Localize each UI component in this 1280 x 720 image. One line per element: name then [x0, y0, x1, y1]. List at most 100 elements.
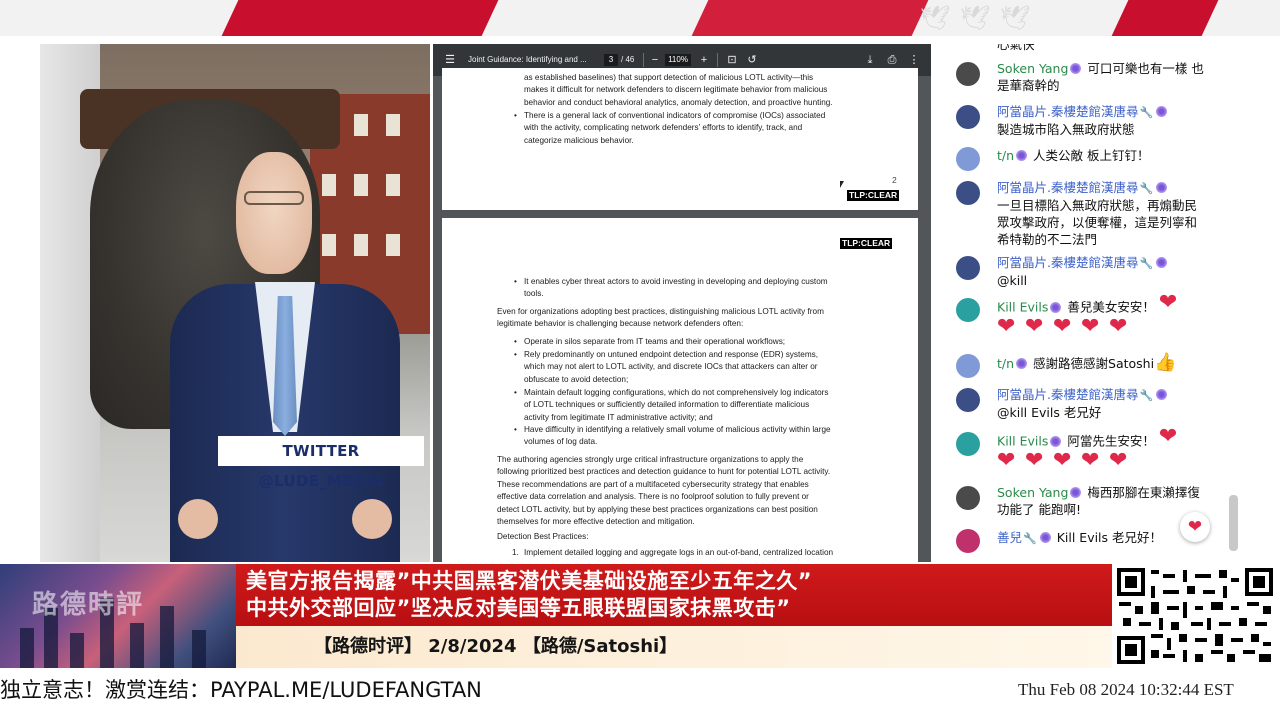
brand-image: 路德時評: [0, 564, 236, 668]
member-badge-icon: [1156, 257, 1168, 268]
chat-text: 善兒美女安安！: [1067, 299, 1155, 315]
headline-box: 美官方报告揭露”中共国黑客潜伏美基础设施至少五年之久” 中共外交部回应”坚决反对…: [236, 564, 1112, 626]
chat-scrollbar[interactable]: [1229, 495, 1238, 551]
bird-icon: 🕊: [920, 4, 951, 32]
avatar[interactable]: [956, 354, 980, 378]
list-item: • Rely predominantly on untuned endpoint…: [514, 350, 819, 384]
zoom-input[interactable]: 110%: [665, 54, 691, 66]
presenter-glasses: [244, 191, 304, 205]
chat-text: 心氣快: [997, 44, 1035, 52]
text-line: activity from legitimate IT administrati…: [524, 412, 713, 422]
chat-text: @kill Evils 老兄好: [997, 405, 1102, 420]
bottom-ticker: 独立意志！激赏连结：PAYPAL.ME/LUDEFANGTAN Thu Feb …: [0, 670, 1280, 710]
avatar[interactable]: [956, 388, 980, 412]
text-line: following prioritized best practices and…: [497, 467, 831, 477]
chat-author[interactable]: t/n: [997, 148, 1014, 163]
tlp-marking: TLP:CLEAR: [847, 190, 900, 201]
text-line: Have difficulty in identifying a relativ…: [524, 425, 831, 434]
avatar[interactable]: [956, 105, 980, 129]
text-line: Rely predominantly on untuned endpoint d…: [524, 350, 819, 359]
text-line: makes it difficult for network defenders…: [524, 85, 828, 95]
chat-text: 感謝路德感謝Satoshi: [1033, 356, 1155, 371]
chat-author[interactable]: t/n: [997, 356, 1014, 371]
avatar[interactable]: [956, 432, 980, 456]
member-badge-icon: [1156, 182, 1168, 193]
subline-box: 【路德时评】 2/8/2024 【路德/Satoshi】: [236, 626, 1112, 668]
moderator-wrench-icon: 🔧: [1139, 182, 1154, 195]
member-badge-icon: [1016, 358, 1028, 369]
presenter-head: [236, 152, 312, 274]
chat-text: 一旦目標陷入無政府狀態，再煽動民眾攻擊政府，以便奪權，這是列寧和希特勒的不二法門: [997, 198, 1198, 247]
text-line: legitimate behavior is challenging becau…: [497, 319, 744, 329]
pdf-page: as established baselines) that support d…: [442, 68, 918, 210]
chat-author[interactable]: Kill Evils: [997, 434, 1048, 449]
top-banner: 🕊 🕊 🕊: [0, 0, 1280, 36]
list-item: • Operate in silos separate from IT team…: [514, 337, 786, 346]
member-badge-icon: [1016, 150, 1028, 161]
stream-frame: 🕊 🕊 🕊 TWITTER @LUDE_MEDIA ☰ Joint Guidan…: [0, 0, 1280, 720]
thumbs-up-emoji-icon: 👍: [1154, 352, 1177, 373]
member-badge-icon: [1039, 532, 1051, 543]
list-number: 1.: [512, 548, 519, 557]
chat-author[interactable]: Kill Evils: [997, 300, 1048, 315]
chat-text: 阿當先生安安！: [1067, 433, 1155, 449]
chat-author[interactable]: 阿當晶片.秦樓楚館漢唐尋: [997, 104, 1138, 119]
clock: Thu Feb 08 2024 10:32:44 EST: [1018, 680, 1234, 699]
twitter-handle-tag: TWITTER @LUDE_MEDIA: [218, 436, 424, 490]
paragraph: The authoring agencies strongly urge cri…: [497, 454, 867, 528]
chat-author[interactable]: Soken Yang: [997, 485, 1068, 500]
page-number-input[interactable]: 3: [604, 54, 618, 66]
chat-text: Kill Evils 老兄好！: [1056, 530, 1163, 545]
moderator-wrench-icon: 🔧: [1139, 389, 1154, 402]
text-line: behavior and conduct behavioral analytic…: [524, 97, 833, 107]
heart-emoji-icon: [1053, 318, 1077, 344]
avatar[interactable]: [956, 529, 980, 553]
heart-emoji-icon: [1159, 294, 1183, 320]
text-line: which may not alert to LOTL activity, an…: [524, 362, 818, 372]
pdf-page: TLP:CLEAR • It enables cyber threat acto…: [442, 218, 918, 562]
chat-author[interactable]: 阿當晶片.秦樓楚館漢唐尋: [997, 387, 1138, 402]
chat-author[interactable]: 阿當晶片.秦樓楚館漢唐尋: [997, 180, 1138, 195]
text-line: effective data correlation and analysis.…: [497, 492, 809, 502]
avatar[interactable]: [956, 486, 980, 510]
heart-emoji-icon: [1109, 318, 1133, 344]
list-item: • It enables cyber threat actors to avoi…: [514, 277, 828, 299]
avatar[interactable]: [956, 181, 980, 205]
avatar[interactable]: [956, 298, 980, 322]
chat-author[interactable]: 阿當晶片.秦樓楚館漢唐尋: [997, 255, 1138, 270]
heart-reaction-button[interactable]: ❤: [1180, 512, 1210, 542]
member-badge-icon: [1070, 63, 1082, 74]
text-line: These recommendations are part of a mult…: [497, 479, 809, 489]
banner-stripe: [221, 0, 499, 36]
text-line: with the activity, complicating network …: [524, 123, 803, 133]
avatar[interactable]: [956, 147, 980, 171]
chat-author[interactable]: Soken Yang: [997, 61, 1068, 76]
avatar[interactable]: [956, 62, 980, 86]
headline-line: 美官方报告揭露”中共国黑客潜伏美基础设施至少五年之久”: [246, 569, 813, 593]
presenter-video: TWITTER @LUDE_MEDIA: [40, 44, 430, 562]
headline-line: 中共外交部回应”坚决反对美国等五眼联盟国家抹黑攻击”: [246, 596, 791, 620]
show-subtitle: 【路德时评】 2/8/2024 【路德/Satoshi】: [314, 636, 678, 657]
heart-emoji-icon: [1053, 452, 1077, 478]
text-line: of LOTL techniques or sufficiently detai…: [524, 400, 810, 410]
live-chat: 心氣快 Soken Yang 可口可樂也有一樣 也是華裔幹的 阿當晶片.秦樓楚館…: [934, 44, 1244, 562]
mouse-cursor-icon: [840, 181, 844, 188]
text-line: It enables cyber threat actors to avoid …: [524, 277, 828, 286]
heart-emoji-icon: [1025, 318, 1049, 344]
text-line: obfuscate to avoid detection;: [524, 374, 629, 384]
text-line: themselves for more effective detection …: [497, 517, 695, 527]
heart-emoji-icon: [1109, 452, 1133, 478]
chat-text: @kill: [997, 273, 1028, 288]
text-line: Even for organizations adopting best pra…: [497, 307, 824, 316]
ticker-text: 独立意志！激赏连结：PAYPAL.ME/LUDEFANGTAN: [0, 678, 482, 702]
member-badge-icon: [1070, 487, 1082, 498]
heart-emoji-icon: [1081, 318, 1105, 344]
list-item: • Maintain default logging configuration…: [514, 388, 829, 422]
heart-emoji-icon: [997, 318, 1021, 344]
brand-logo: 路德時評: [32, 590, 145, 620]
list-item: as established baselines) that support d…: [524, 72, 874, 109]
chat-author[interactable]: 善兒: [997, 530, 1022, 545]
text-line: as established baselines) that support d…: [524, 73, 814, 82]
text-line: There is a general lack of conventional …: [524, 111, 826, 120]
avatar[interactable]: [956, 256, 980, 280]
